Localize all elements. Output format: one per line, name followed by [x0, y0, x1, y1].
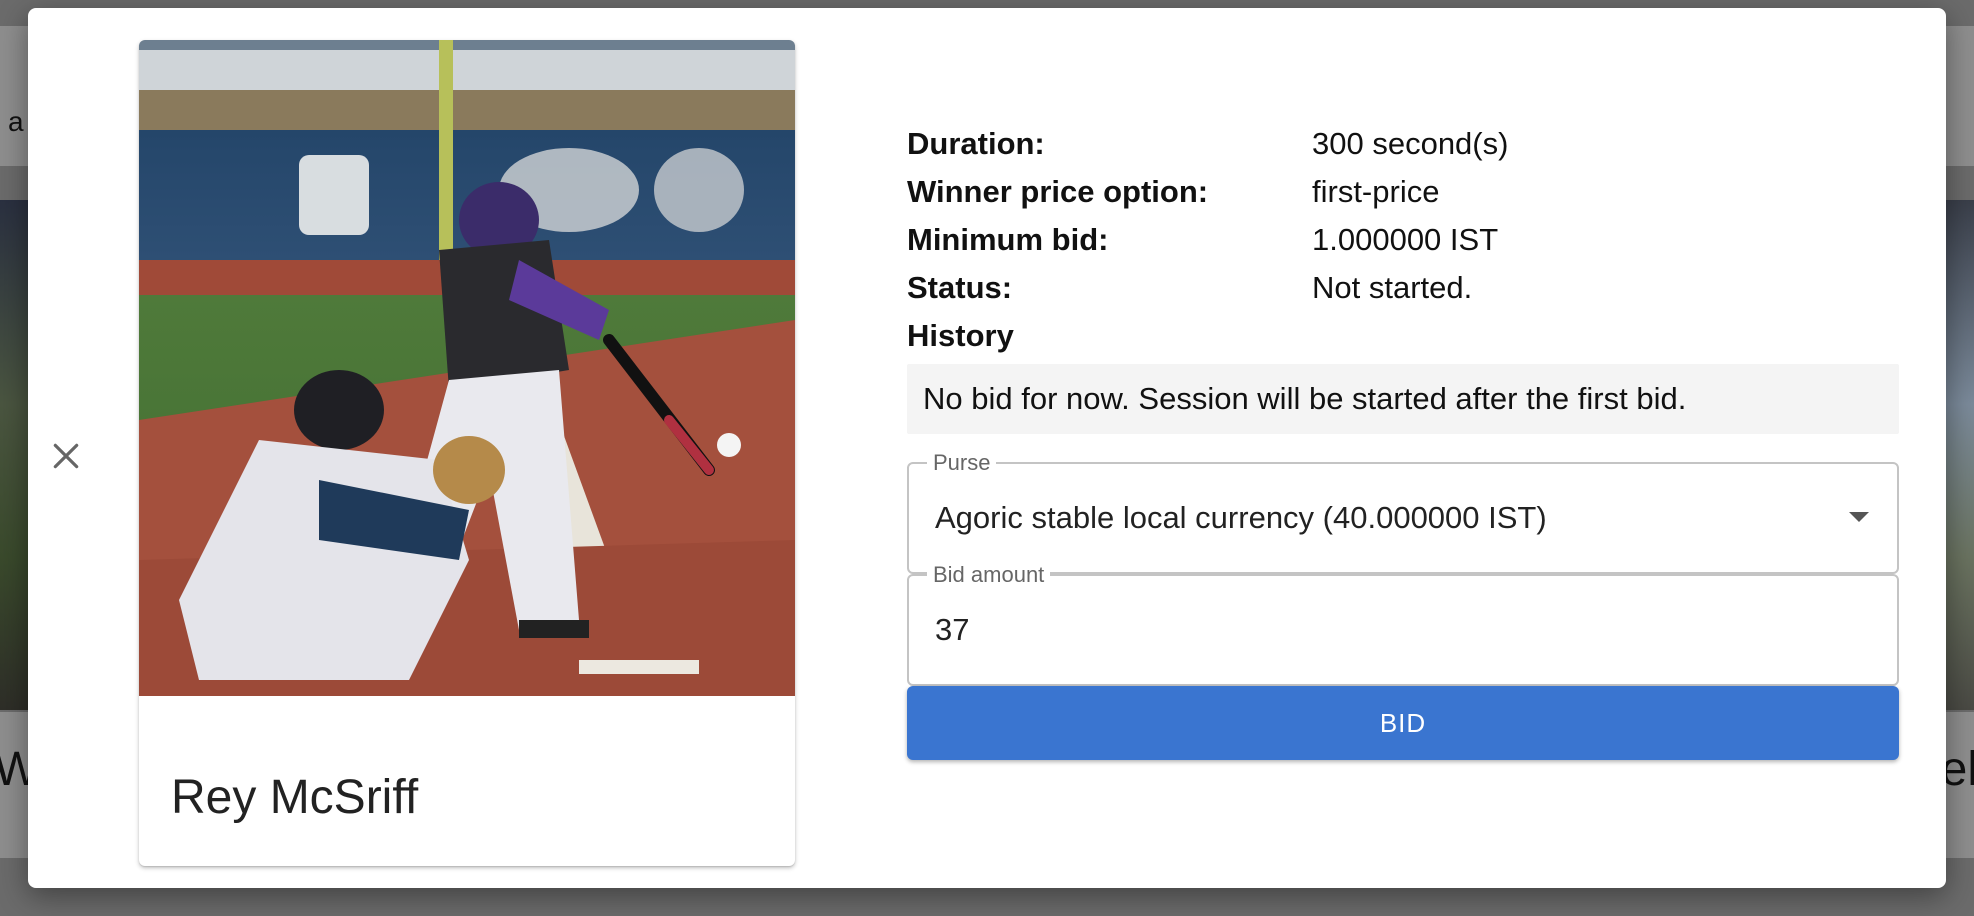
dropdown-arrow-icon[interactable]: [1849, 512, 1869, 522]
close-icon: [53, 443, 79, 469]
detail-row-status: Status: Not started.: [907, 264, 1899, 312]
background-header-text: a: [8, 106, 24, 137]
detail-value: first-price: [1312, 174, 1440, 209]
detail-label: Minimum bid:: [907, 222, 1109, 257]
background-card-title-left-text: W: [0, 743, 28, 796]
background-card-image-left: [0, 200, 28, 710]
item-card: Rey McSriff: [139, 40, 795, 866]
bid-amount-field[interactable]: Bid amount: [907, 562, 1899, 686]
history-heading: History: [907, 318, 1014, 353]
bid-amount-input[interactable]: [935, 576, 1815, 684]
background-card-title-right: el: [1946, 712, 1974, 858]
purse-select[interactable]: Purse Agoric stable local currency (40.0…: [907, 450, 1899, 574]
detail-value: 1.000000 IST: [1312, 222, 1499, 257]
bid-button[interactable]: BID: [907, 686, 1899, 760]
detail-row-duration: Duration: 300 second(s): [907, 120, 1899, 168]
background-card-title-right-text: el: [1946, 743, 1974, 796]
auction-details: Duration: 300 second(s) Winner price opt…: [907, 120, 1899, 434]
detail-row-winner-price-option: Winner price option: first-price: [907, 168, 1899, 216]
detail-label: Status:: [907, 270, 1013, 305]
detail-value: Not started.: [1312, 270, 1473, 305]
background-card-image-right: [1946, 200, 1974, 710]
card-title: Rey McSriff: [171, 771, 419, 824]
baseball-batter-photo: [139, 40, 795, 696]
detail-row-minimum-bid: Minimum bid: 1.000000 IST: [907, 216, 1899, 264]
detail-value: 300 second(s): [1312, 126, 1509, 161]
close-button[interactable]: [38, 428, 94, 484]
bid-dialog: Rey McSriff Duration: 300 second(s) Winn…: [28, 8, 1946, 888]
background-card-title-left: W: [0, 712, 28, 858]
detail-label: Winner price option:: [907, 174, 1209, 209]
detail-label: Duration:: [907, 126, 1045, 161]
history-message: No bid for now. Session will be started …: [907, 364, 1899, 434]
purse-selected-value: Agoric stable local currency (40.000000 …: [935, 500, 1547, 535]
